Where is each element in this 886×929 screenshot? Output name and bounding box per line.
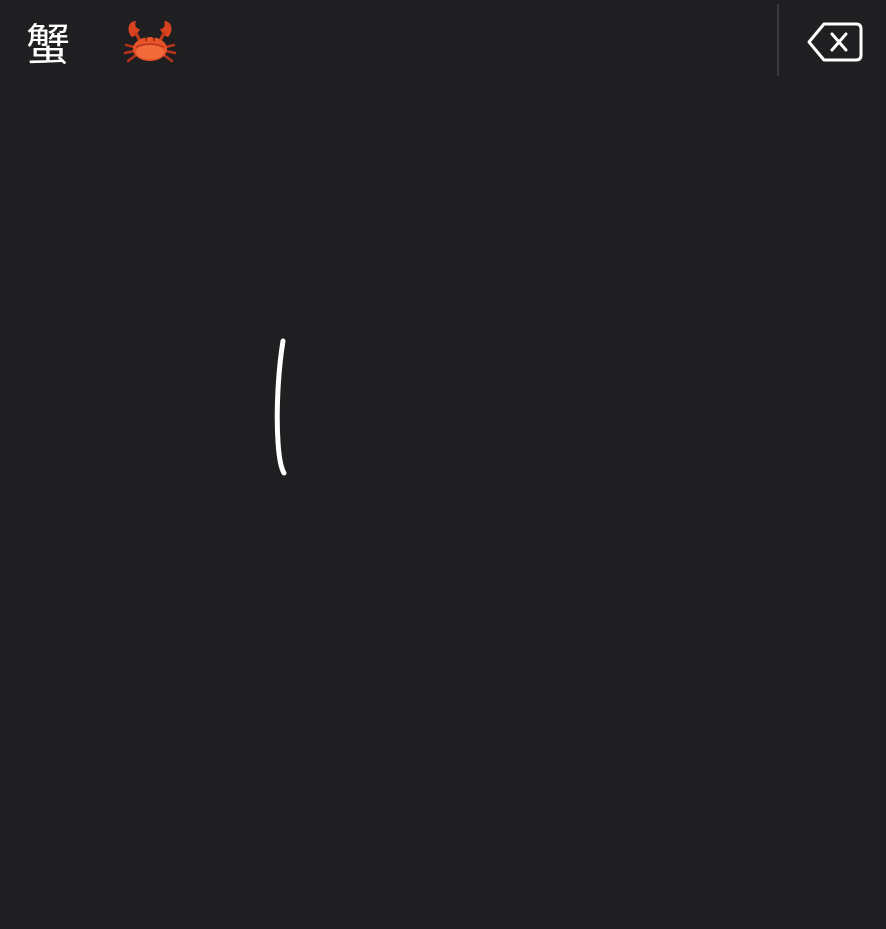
delete-button[interactable] [800,14,870,70]
handwriting-keyboard: 蟹 [0,0,886,929]
crab-emoji-icon [123,21,177,63]
candidate-bar: 蟹 [0,0,886,82]
candidate-divider [777,4,779,76]
delete-backspace-icon [807,22,863,62]
candidate-kanji-label: 蟹 [26,20,70,71]
handwriting-canvas[interactable] [0,82,886,929]
candidate-crab-emoji[interactable] [118,10,182,72]
ink-stroke [274,338,287,476]
candidate-kanji[interactable]: 蟹 [18,10,78,72]
